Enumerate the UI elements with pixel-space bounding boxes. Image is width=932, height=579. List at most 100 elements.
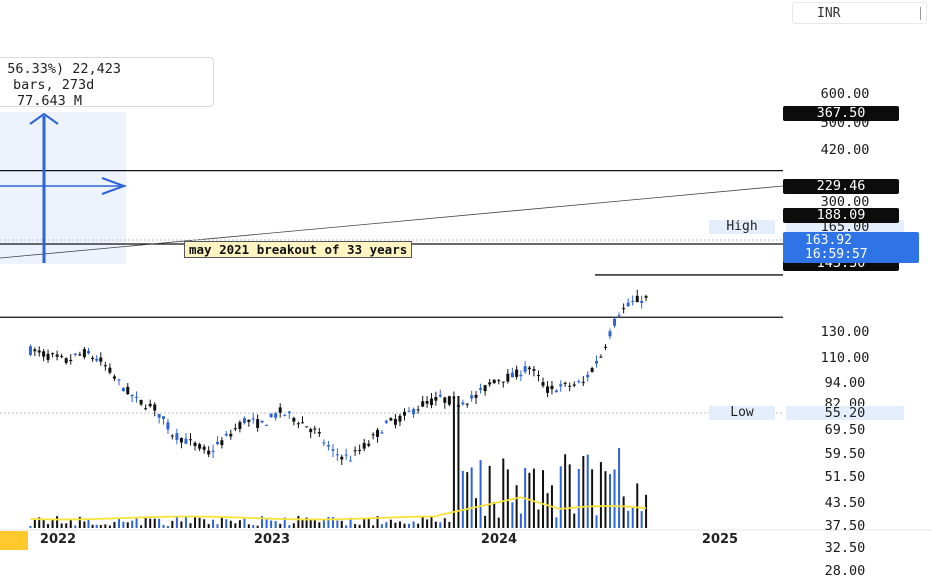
candle-body: [447, 396, 451, 405]
volume-bar: [426, 519, 429, 528]
level-badge-229: 229.46: [783, 179, 899, 194]
volume-bar: [149, 518, 152, 528]
candle-body: [581, 381, 585, 383]
currency-button[interactable]: INR: [792, 2, 927, 24]
volume-bar: [65, 523, 68, 528]
candle-body: [519, 374, 523, 377]
volume-bar: [488, 465, 491, 528]
breakout-annotation[interactable]: may 2021 breakout of 33 years: [184, 241, 413, 258]
candle-body: [603, 346, 607, 348]
volume-bar: [403, 523, 406, 528]
volume-bar: [203, 519, 206, 528]
candle-body: [461, 402, 465, 405]
price-tick: 43.50: [824, 494, 866, 511]
candle-body: [175, 433, 179, 440]
candle-body: [434, 396, 438, 401]
volume-bar: [42, 519, 45, 528]
volume-bar: [301, 520, 304, 528]
volume-bar: [336, 520, 339, 528]
volume-bar: [599, 462, 602, 528]
volume-bar: [256, 525, 259, 528]
volume-bar: [586, 454, 589, 528]
candle-body: [353, 450, 357, 452]
candle-body: [126, 386, 130, 395]
candle-body: [380, 432, 384, 434]
measure-tooltip: l 56.33%) 22,423 bars, 273d 77.643 M: [0, 57, 214, 109]
volume-bar: [358, 524, 361, 528]
candle-body: [309, 429, 313, 433]
volume-bar: [144, 516, 147, 528]
measure-bars: bars, 273d: [13, 77, 95, 93]
volume-bar: [69, 519, 72, 528]
bar-countdown: 16:59:57: [805, 247, 868, 262]
low-value: 55.20: [786, 406, 904, 420]
candle-body: [247, 419, 251, 422]
volume-bar: [99, 525, 102, 528]
volume-bar: [546, 493, 549, 528]
high-label: High: [709, 220, 775, 234]
measure-region: [0, 112, 126, 264]
measure-volume: 77.643 M: [17, 93, 83, 109]
candle-body: [73, 353, 77, 355]
volume-bar: [363, 518, 366, 528]
volume-bar: [95, 524, 98, 528]
candle-body: [179, 438, 183, 443]
candle-body: [86, 351, 90, 354]
volume-bar: [354, 524, 357, 528]
volume-bar: [452, 396, 455, 528]
volume-ma-line: [30, 496, 647, 521]
candle-body: [527, 367, 531, 370]
level-badge-367: 367.50: [783, 106, 899, 121]
volume-bar: [212, 519, 215, 528]
low-label: Low: [709, 406, 775, 420]
volume-bar: [398, 521, 401, 528]
candle-body: [599, 356, 603, 358]
candle-body: [613, 318, 617, 326]
volume-bar: [117, 518, 120, 528]
candle-body: [162, 416, 166, 419]
candle-body: [211, 450, 215, 452]
candle-body: [28, 346, 32, 355]
candle-body: [189, 439, 193, 441]
candle-body: [117, 379, 121, 381]
volume-bar: [29, 525, 32, 528]
candle-body: [326, 445, 330, 447]
candle-body: [207, 450, 211, 455]
candle-body: [42, 351, 46, 357]
candle-body: [412, 408, 416, 415]
volume-bar: [475, 498, 478, 528]
currency-divider: [920, 7, 921, 20]
volume-bar: [542, 470, 545, 528]
candle-body: [626, 302, 630, 307]
candle-body: [407, 410, 411, 412]
price-tick: 69.50: [824, 421, 866, 438]
candle-body: [384, 420, 388, 423]
volume-bar: [417, 523, 420, 528]
volume-bar: [60, 523, 63, 528]
volume-bar: [175, 516, 178, 528]
price-tick: 59.50: [824, 446, 866, 463]
candle-body: [166, 422, 170, 430]
volume-bar: [555, 517, 558, 528]
candle-body: [358, 449, 362, 451]
candle-body: [99, 357, 103, 362]
candle-body: [559, 384, 563, 387]
price-tick: 600.00: [820, 86, 870, 103]
volume-bar: [497, 517, 500, 528]
price-tick: 28.00: [824, 563, 866, 579]
volume-bar: [564, 454, 567, 528]
candle-body: [506, 373, 510, 382]
volume-bar: [158, 518, 161, 528]
volume-bar: [613, 469, 616, 528]
candle-body: [256, 419, 260, 428]
candle-body: [577, 381, 581, 383]
candle-body: [202, 446, 206, 450]
volume-bar: [461, 470, 464, 528]
volume-bar: [609, 474, 612, 528]
candle-body: [251, 418, 255, 420]
candle-body: [608, 331, 612, 337]
candle-body: [590, 368, 594, 372]
volume-bar: [171, 520, 174, 528]
volume-bar: [140, 525, 143, 528]
volume-bar: [443, 518, 446, 528]
